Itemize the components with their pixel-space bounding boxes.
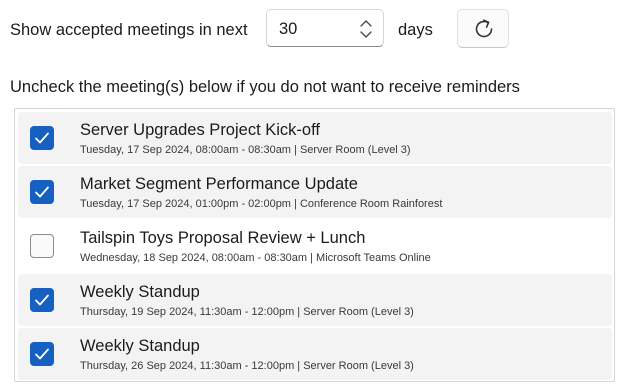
- meeting-details: Tuesday, 17 Sep 2024, 01:00pm - 02:00pm …: [80, 198, 443, 210]
- meeting-details: Tuesday, 17 Sep 2024, 08:00am - 08:30am …: [80, 144, 411, 156]
- days-value[interactable]: 30: [279, 19, 297, 39]
- instructions-text: Uncheck the meeting(s) below if you do n…: [10, 78, 520, 96]
- meeting-details: Thursday, 26 Sep 2024, 11:30am - 12:00pm…: [80, 360, 414, 372]
- meeting-title: Weekly Standup: [80, 283, 200, 301]
- show-meetings-label: Show accepted meetings in next: [10, 21, 248, 39]
- checkmark-icon: [35, 294, 49, 306]
- meeting-checkbox[interactable]: [30, 234, 54, 258]
- meeting-checkbox[interactable]: [30, 342, 54, 366]
- meeting-title: Weekly Standup: [80, 337, 200, 355]
- checkmark-icon: [35, 186, 49, 198]
- meeting-title: Server Upgrades Project Kick-off: [80, 121, 320, 139]
- refresh-button[interactable]: [457, 9, 509, 48]
- meeting-checkbox[interactable]: [30, 180, 54, 204]
- meeting-item[interactable]: Server Upgrades Project Kick-off Tuesday,…: [18, 112, 612, 164]
- meeting-item[interactable]: Market Segment Performance Update Tuesday…: [18, 166, 612, 218]
- days-label: days: [398, 21, 433, 39]
- spin-chevrons-icon[interactable]: [359, 19, 373, 39]
- meeting-item[interactable]: Weekly Standup Thursday, 26 Sep 2024, 11:…: [18, 328, 612, 380]
- filter-row: Show accepted meetings in next 30 days: [0, 0, 625, 60]
- meeting-checkbox[interactable]: [30, 126, 54, 150]
- meeting-title: Tailspin Toys Proposal Review + Lunch: [80, 229, 366, 247]
- meeting-checkbox[interactable]: [30, 288, 54, 312]
- meeting-item[interactable]: Weekly Standup Thursday, 19 Sep 2024, 11:…: [18, 274, 612, 326]
- checkmark-icon: [35, 348, 49, 360]
- meeting-details: Wednesday, 18 Sep 2024, 08:00am - 08:30a…: [80, 252, 431, 264]
- meeting-title: Market Segment Performance Update: [80, 175, 358, 193]
- meeting-details: Thursday, 19 Sep 2024, 11:30am - 12:00pm…: [80, 306, 414, 318]
- checkmark-icon: [35, 132, 49, 144]
- meeting-list: Server Upgrades Project Kick-off Tuesday,…: [14, 108, 615, 382]
- meeting-item[interactable]: Tailspin Toys Proposal Review + Lunch Wed…: [18, 220, 612, 272]
- days-number-input[interactable]: 30: [266, 9, 384, 47]
